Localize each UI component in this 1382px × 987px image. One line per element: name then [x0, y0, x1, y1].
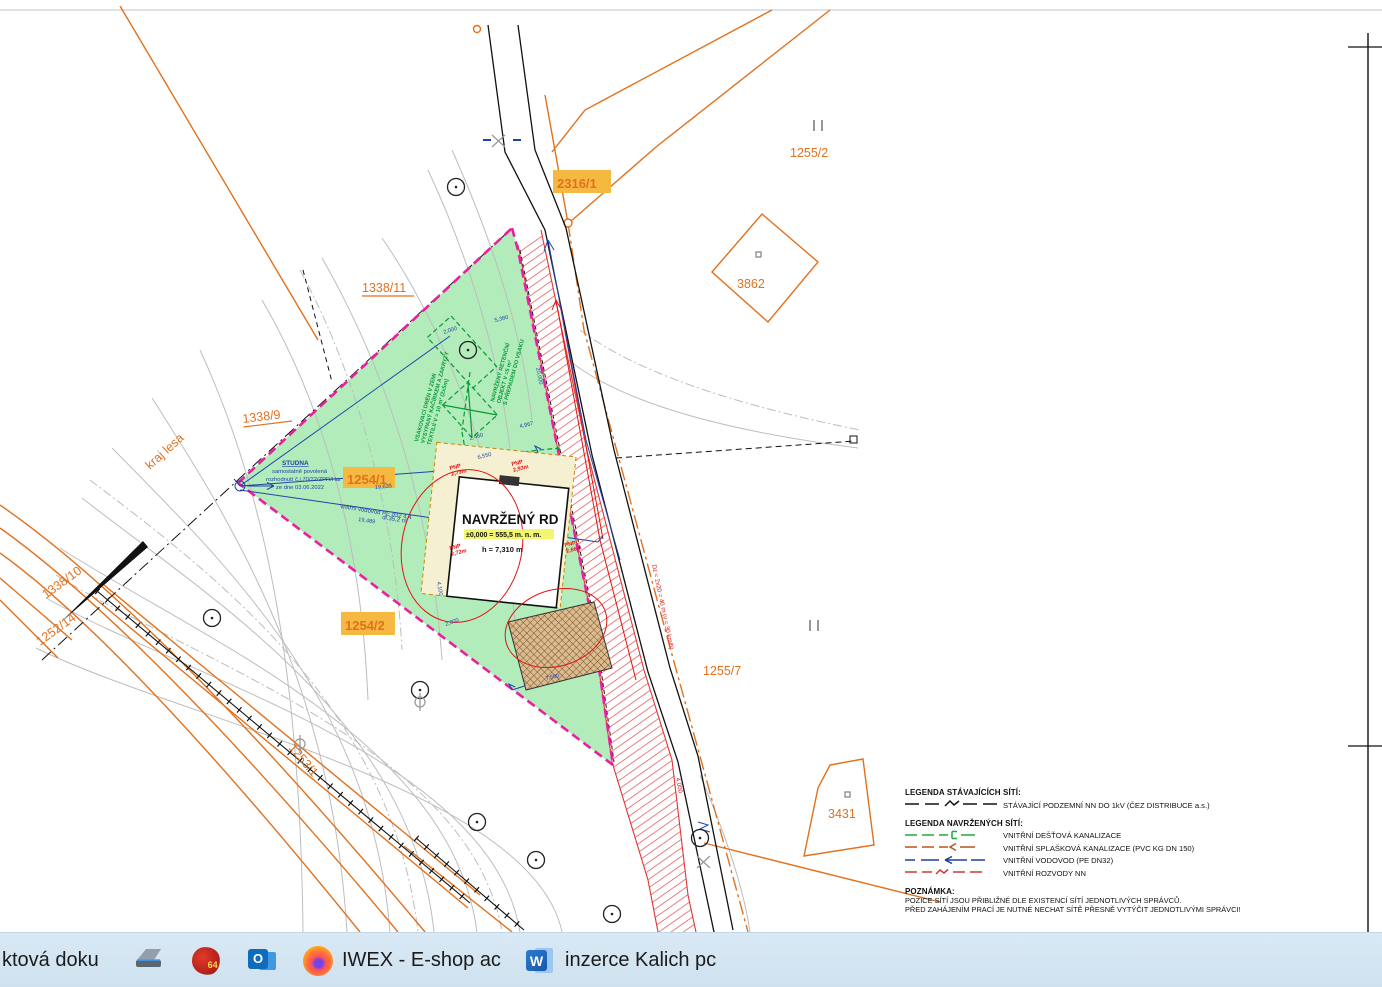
svg-text:STUDNA: STUDNA — [282, 460, 309, 467]
parcel-label-1338-11: 1338/11 — [362, 281, 414, 296]
symbol-existing-nn — [905, 796, 1003, 814]
svg-text:2316/1: 2316/1 — [557, 176, 597, 191]
taskbar-word-button[interactable]: W inzerce Kalich pc — [526, 933, 716, 987]
taskbar-firefox-button[interactable]: IWEX - E-shop ac — [303, 933, 501, 987]
legend-row-existing-nn: STÁVAJÍCÍ PODZEMNÍ NN DO 1kV (ČEZ DISTRI… — [905, 799, 1290, 812]
legend-note-line1: POZICE SÍTÍ JSOU PŘIBLIŽNÉ DLE EXISTENCÍ… — [905, 896, 1290, 905]
irfanview-icon: 64 — [190, 945, 222, 977]
svg-text:NAVRŽENÝ RD: NAVRŽENÝ RD — [462, 512, 559, 527]
firefox-icon — [303, 946, 333, 976]
taskbar-window-partial[interactable]: ktová doku — [2, 933, 99, 987]
legend-note-line2: PŘED ZAHÁJENÍM PRACÍ JE NUTNÉ NECHAT SÍT… — [905, 905, 1290, 914]
scanner-icon — [133, 945, 165, 976]
parcel-label-1255-2: 1255/2 — [790, 146, 828, 160]
taskbar-scanner-button[interactable] — [133, 933, 165, 987]
svg-text:rozhodnutí č.j.70/22/ZPR/Har: rozhodnutí č.j.70/22/ZPR/Har — [266, 477, 341, 483]
legend-note-title: POZNÁMKA: — [905, 887, 1290, 896]
parcel-label-1254-2: 1254/2 — [341, 612, 395, 635]
svg-text:1254/2: 1254/2 — [345, 618, 385, 633]
outlook-icon: O — [248, 946, 278, 976]
legend-row-nn: VNITŘNÍ ROZVODY NN — [905, 867, 1290, 880]
legend: LEGENDA STÁVAJÍCÍCH SÍTÍ: STÁVAJÍCÍ PODZ… — [905, 788, 1290, 914]
parcel-label-1338-9: 1338/9 — [242, 406, 292, 427]
svg-text:h = 7,310 m: h = 7,310 m — [482, 545, 523, 554]
svg-text:±0,000 = 555,5 m. n. m.: ±0,000 = 555,5 m. n. m. — [466, 532, 541, 539]
parcel-label-1252-14: 1252/14 — [34, 611, 79, 649]
parcel-label-1255-7: 1255/7 — [703, 664, 741, 678]
taskbar-irfanview-button[interactable]: 64 — [192, 933, 220, 987]
taskbar: ktová doku 64 O IWEX - E-shop ac W inzer… — [0, 932, 1382, 987]
svg-text:samostatně povolená: samostatně povolená — [272, 469, 328, 475]
label-kraj-lesa: kraj lesa — [143, 431, 187, 473]
parcel-label-2316-1: 2316/1 — [553, 170, 611, 193]
svg-text:ze dne 03.06.2022: ze dne 03.06.2022 — [276, 485, 324, 491]
symbol-nn-wiring — [905, 864, 1003, 882]
word-icon: W — [526, 946, 555, 975]
svg-text:1338/11: 1338/11 — [362, 281, 406, 295]
parcel-label-1338-10: 1338/10 — [40, 564, 85, 602]
parcel-label-3862: 3862 — [737, 277, 765, 291]
taskbar-outlook-button[interactable]: O — [248, 933, 278, 987]
parcel-label-3431: 3431 — [828, 807, 856, 821]
screen: 2316/1 1254/1 1254/2 1255/2 3862 1255/7 … — [0, 0, 1382, 987]
